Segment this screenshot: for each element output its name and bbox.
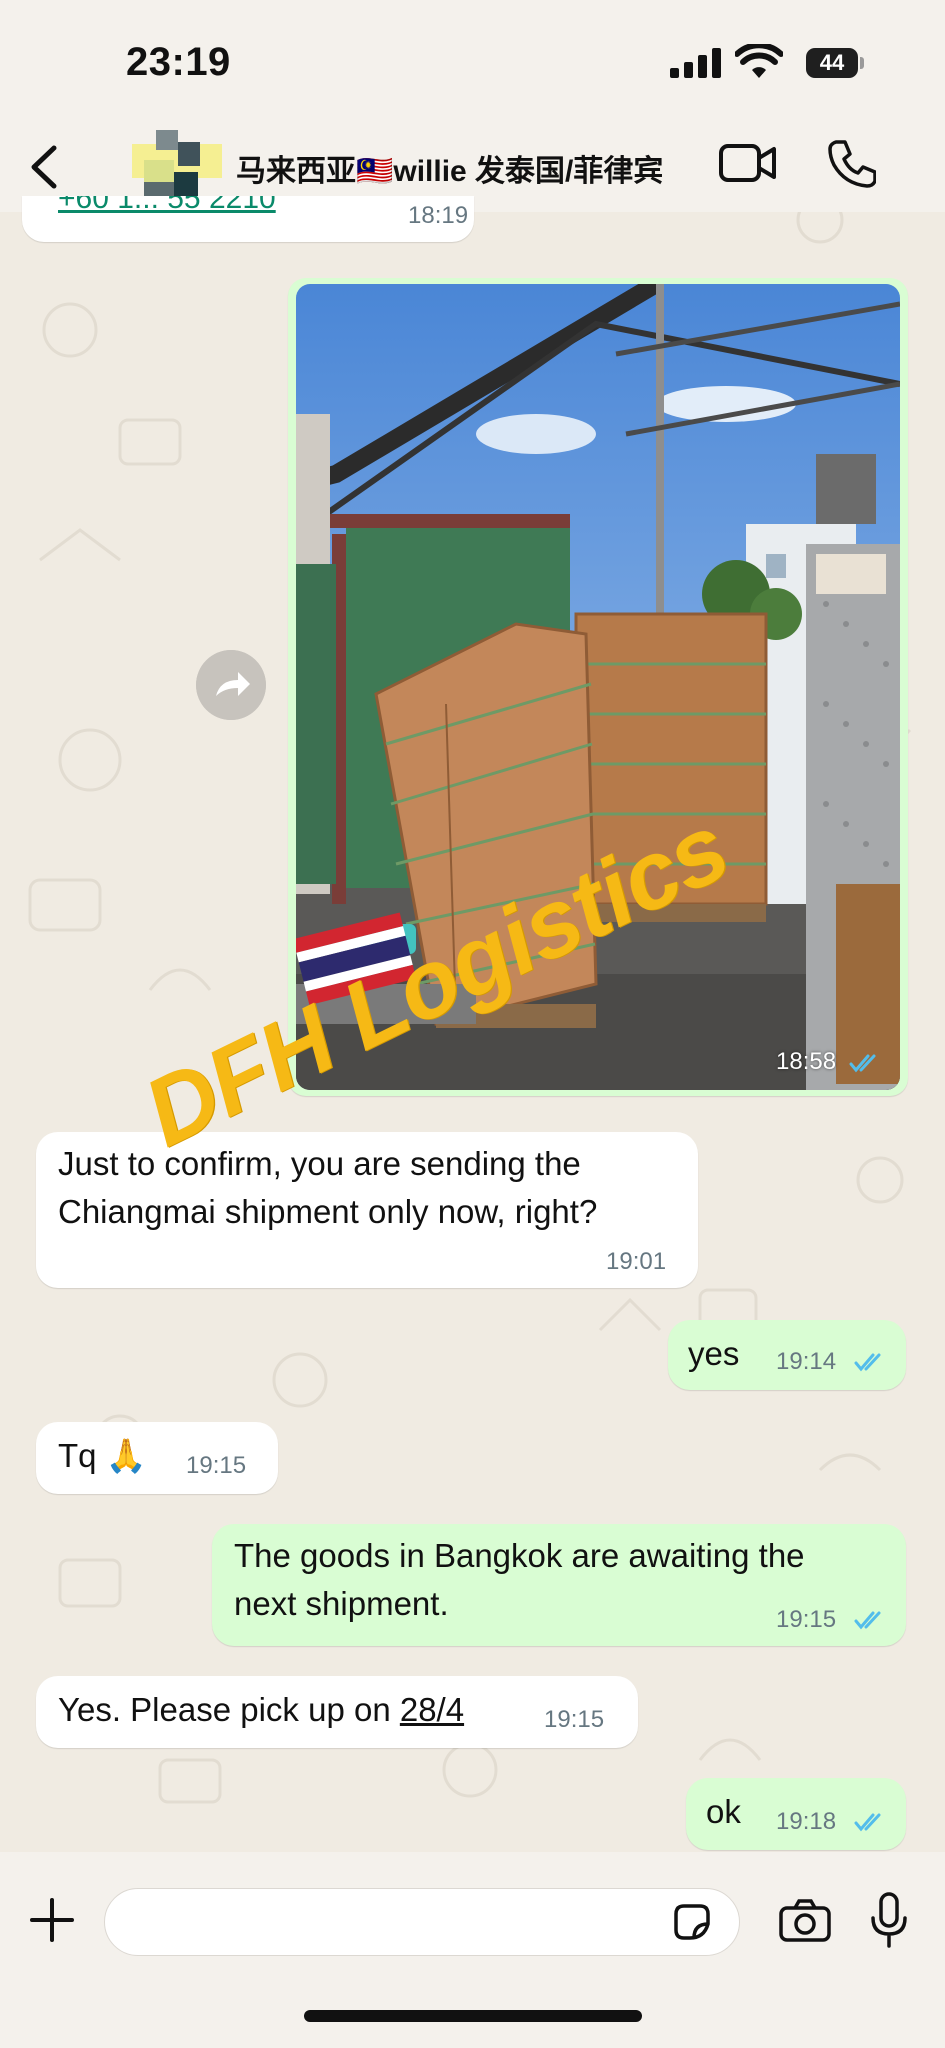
message-time: 19:14 xyxy=(776,1348,837,1375)
read-receipt-icon xyxy=(854,1353,881,1372)
message-text: Tq 🙏 xyxy=(58,1437,147,1474)
wifi-icon xyxy=(735,44,783,78)
date-link[interactable]: 28/4 xyxy=(400,1691,464,1728)
read-receipt-icon xyxy=(849,1054,876,1072)
message-time: 18:58 xyxy=(776,1048,837,1075)
message-text-line1: The goods in Bangkok are awaiting the xyxy=(234,1537,805,1574)
outgoing-message-bubble[interactable]: ok 19:18 xyxy=(686,1778,906,1850)
avatar[interactable] xyxy=(132,130,222,204)
forward-icon[interactable] xyxy=(196,650,266,720)
message-time: 19:15 xyxy=(776,1606,837,1633)
video-call-icon[interactable] xyxy=(718,142,778,184)
chat-title[interactable]: 马来西亚🇲🇾willie 发泰国/菲律宾 xyxy=(236,146,696,190)
shipment-photo[interactable] xyxy=(296,284,900,1090)
message-text: ok xyxy=(706,1793,741,1830)
read-receipt-icon xyxy=(854,1611,881,1630)
message-text-prefix: Yes. Please pick up on xyxy=(58,1691,400,1728)
message-time: 18:19 xyxy=(408,202,469,229)
message-text-line2: next shipment. xyxy=(234,1585,449,1622)
status-time: 23:19 xyxy=(126,40,231,84)
message-text-line1: Just to confirm, you are sending the xyxy=(58,1145,581,1182)
cellular-signal-icon xyxy=(670,48,721,78)
sticker-icon[interactable] xyxy=(670,1900,714,1944)
incoming-message-bubble[interactable]: Just to confirm, you are sending the Chi… xyxy=(36,1132,698,1288)
incoming-message-bubble[interactable]: Tq 🙏 19:15 xyxy=(36,1422,278,1494)
message-text-line2: Chiangmai shipment only now, right? xyxy=(58,1193,598,1230)
camera-icon[interactable] xyxy=(778,1898,832,1942)
back-chevron-icon[interactable] xyxy=(24,142,64,192)
message-text: Yes. Please pick up on 28/4 xyxy=(58,1686,464,1733)
message-time: 19:15 xyxy=(186,1452,247,1479)
message-input[interactable] xyxy=(104,1888,740,1956)
photo-time: 18:58 xyxy=(776,1048,883,1076)
mic-icon[interactable] xyxy=(868,1892,910,1948)
message-text: yes xyxy=(688,1335,740,1372)
message-time: 19:01 xyxy=(606,1248,667,1275)
outgoing-message-bubble[interactable]: The goods in Bangkok are awaiting the ne… xyxy=(212,1524,906,1646)
battery-tip xyxy=(860,57,864,69)
incoming-message-bubble[interactable]: Yes. Please pick up on 28/4 19:15 xyxy=(36,1676,638,1748)
partial-message-bubble: +60 1... 55 2210 18:19 xyxy=(22,196,474,242)
phone-call-icon[interactable] xyxy=(826,138,876,188)
message-time: 19:15 xyxy=(544,1706,605,1733)
battery-indicator: 44 xyxy=(806,48,858,78)
outgoing-message-bubble[interactable]: yes 19:14 xyxy=(668,1320,906,1390)
read-receipt-icon xyxy=(854,1813,881,1832)
home-indicator xyxy=(304,2010,642,2022)
message-time: 19:18 xyxy=(776,1808,837,1835)
shipment-photo-image xyxy=(296,284,900,1090)
partial-message-text[interactable]: +60 1... 55 2210 xyxy=(58,196,276,216)
plus-icon[interactable] xyxy=(28,1896,76,1944)
